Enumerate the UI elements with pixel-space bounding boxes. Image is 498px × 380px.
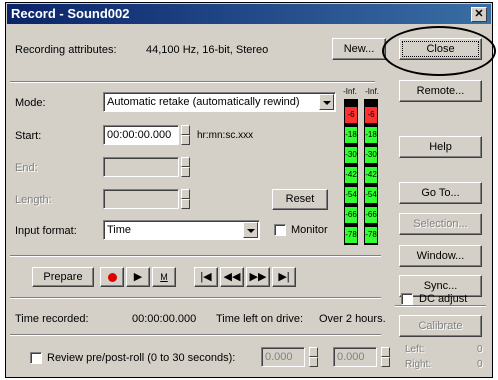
record-button[interactable] (100, 267, 124, 287)
end-spinner (181, 157, 190, 177)
highlight-circle (382, 26, 496, 76)
review-label: Review pre/post-roll (0 to 30 seconds): (47, 352, 236, 364)
mode-dropdown[interactable]: Automatic retake (automatically rewind) (103, 92, 336, 112)
dc-left-label: Left: (405, 344, 425, 355)
dc-right-label: Right: (405, 359, 432, 370)
help-button[interactable]: Help (399, 136, 482, 158)
dc-adjust-checkbox[interactable] (401, 293, 413, 305)
review-checkbox[interactable] (30, 352, 42, 364)
start-label: Start: (15, 130, 42, 142)
meter-seg: -66 (345, 207, 357, 223)
meter-tick-left: -Inf. (343, 87, 357, 96)
dc-right-value: 0 (477, 359, 483, 370)
recording-attributes-value: 44,100 Hz, 16-bit, Stereo (146, 44, 269, 56)
skip-start-icon: |◀ (200, 271, 212, 283)
start-input[interactable]: 00:00:00.000 (103, 125, 179, 145)
time-recorded-label: Time recorded: (15, 313, 89, 325)
input-format-label: Input format: (15, 225, 77, 237)
post-roll-spinner (381, 347, 390, 367)
time-left-label: Time left on drive: (216, 313, 304, 325)
pre-roll-spinner (309, 347, 318, 367)
close-icon[interactable]: ✕ (471, 7, 487, 22)
fast-forward-button[interactable]: ▶▶ (246, 267, 270, 287)
post-roll-input: 0.000 (333, 347, 377, 367)
level-meter-right: -6 -18 -30 -42 -54 -66 -78 (364, 99, 378, 245)
meter-seg: -54 (345, 187, 357, 203)
meter-seg: -18 (345, 127, 357, 143)
level-meter-left: -6 -18 -30 -42 -54 -66 -78 (344, 99, 358, 245)
marker-icon: M (160, 272, 168, 282)
meter-seg: -78 (345, 227, 357, 243)
end-input (103, 157, 179, 177)
selection-button: Selection... (399, 213, 482, 235)
meter-seg: -54 (365, 187, 377, 203)
dc-adjust-label: DC adjust (419, 293, 468, 305)
meter-seg: -42 (365, 167, 377, 183)
pre-roll-input: 0.000 (261, 347, 305, 367)
divider (10, 255, 381, 257)
time-format-hint: hr:mn:sc.xxx (197, 130, 254, 141)
time-left-value: Over 2 hours. (319, 313, 386, 325)
chevron-down-icon[interactable] (319, 94, 334, 110)
go-to-button[interactable]: Go To... (399, 182, 482, 204)
length-input (103, 189, 179, 209)
go-to-start-button[interactable]: |◀ (194, 267, 218, 287)
rewind-icon: ◀◀ (223, 271, 241, 283)
end-label: End: (15, 162, 38, 174)
play-button[interactable]: ▶ (126, 267, 150, 287)
prepare-button[interactable]: Prepare (32, 267, 94, 287)
window-button[interactable]: Window... (399, 245, 482, 267)
fast-forward-icon: ▶▶ (249, 271, 267, 283)
play-icon: ▶ (133, 271, 143, 283)
monitor-checkbox[interactable] (274, 224, 286, 236)
length-spinner (181, 189, 190, 209)
divider (10, 81, 375, 83)
meter-seg: -6 (365, 107, 377, 123)
meter-tick-right: -Inf. (365, 87, 379, 96)
chevron-down-icon[interactable] (243, 222, 258, 238)
monitor-label: Monitor (291, 224, 328, 236)
input-format-value: Time (107, 224, 132, 236)
divider (395, 305, 486, 307)
skip-end-icon: ▶| (278, 271, 290, 283)
dc-left-value: 0 (477, 344, 483, 355)
divider (10, 334, 381, 336)
recording-attributes-label: Recording attributes: (15, 44, 117, 56)
record-icon (107, 272, 117, 282)
divider (10, 297, 381, 299)
calibrate-button: Calibrate (399, 315, 482, 337)
rewind-button[interactable]: ◀◀ (220, 267, 244, 287)
start-spinner[interactable] (181, 125, 190, 145)
meter-seg: -42 (345, 167, 357, 183)
new-button[interactable]: New... (332, 38, 386, 60)
meter-seg: -66 (365, 207, 377, 223)
meter-seg: -78 (365, 227, 377, 243)
go-to-end-button[interactable]: ▶| (272, 267, 296, 287)
input-format-dropdown[interactable]: Time (103, 220, 260, 240)
mode-value: Automatic retake (automatically rewind) (107, 96, 300, 108)
reset-button[interactable]: Reset (272, 189, 328, 210)
title-bar: Record - Sound002 ✕ (7, 4, 491, 24)
play-marker-button[interactable]: M (152, 267, 176, 287)
meter-seg: -6 (345, 107, 357, 123)
meter-seg: -30 (365, 147, 377, 163)
meter-seg: -30 (345, 147, 357, 163)
meter-seg: -18 (365, 127, 377, 143)
mode-label: Mode: (15, 97, 46, 109)
length-label: Length: (15, 194, 52, 206)
time-recorded-value: 00:00:00.000 (132, 313, 197, 325)
remote-button[interactable]: Remote... (399, 80, 482, 102)
window-title: Record - Sound002 (11, 6, 130, 21)
